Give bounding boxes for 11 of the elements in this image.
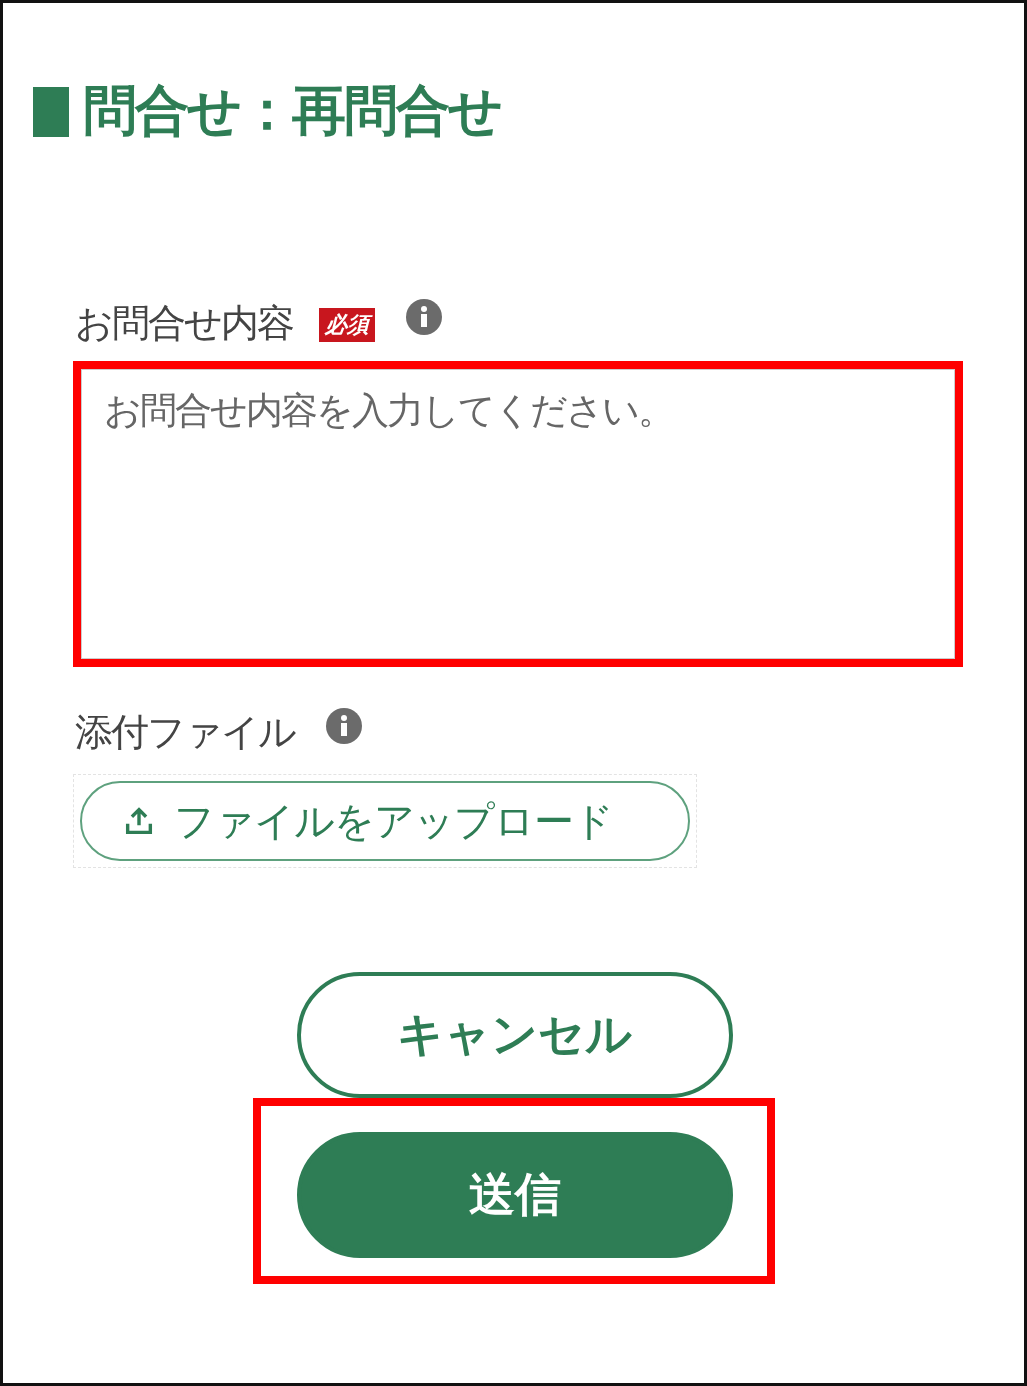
upload-button[interactable]: ファイルをアップロード [80, 781, 690, 861]
info-icon[interactable] [325, 707, 363, 745]
field-label: お問合せ内容 [75, 300, 293, 347]
cancel-button[interactable]: キャンセル [296, 972, 733, 1098]
submit-button[interactable]: 送信 [296, 1132, 733, 1258]
info-icon[interactable] [405, 298, 443, 336]
page-title: 問合せ：再問合せ [83, 78, 501, 144]
required-badge: 必須 [319, 308, 375, 342]
title-marker [33, 86, 69, 137]
field-label: 添付ファイル [75, 709, 295, 756]
inquiry-textarea[interactable]: お問合せ内容を入力してください。 [81, 369, 955, 659]
